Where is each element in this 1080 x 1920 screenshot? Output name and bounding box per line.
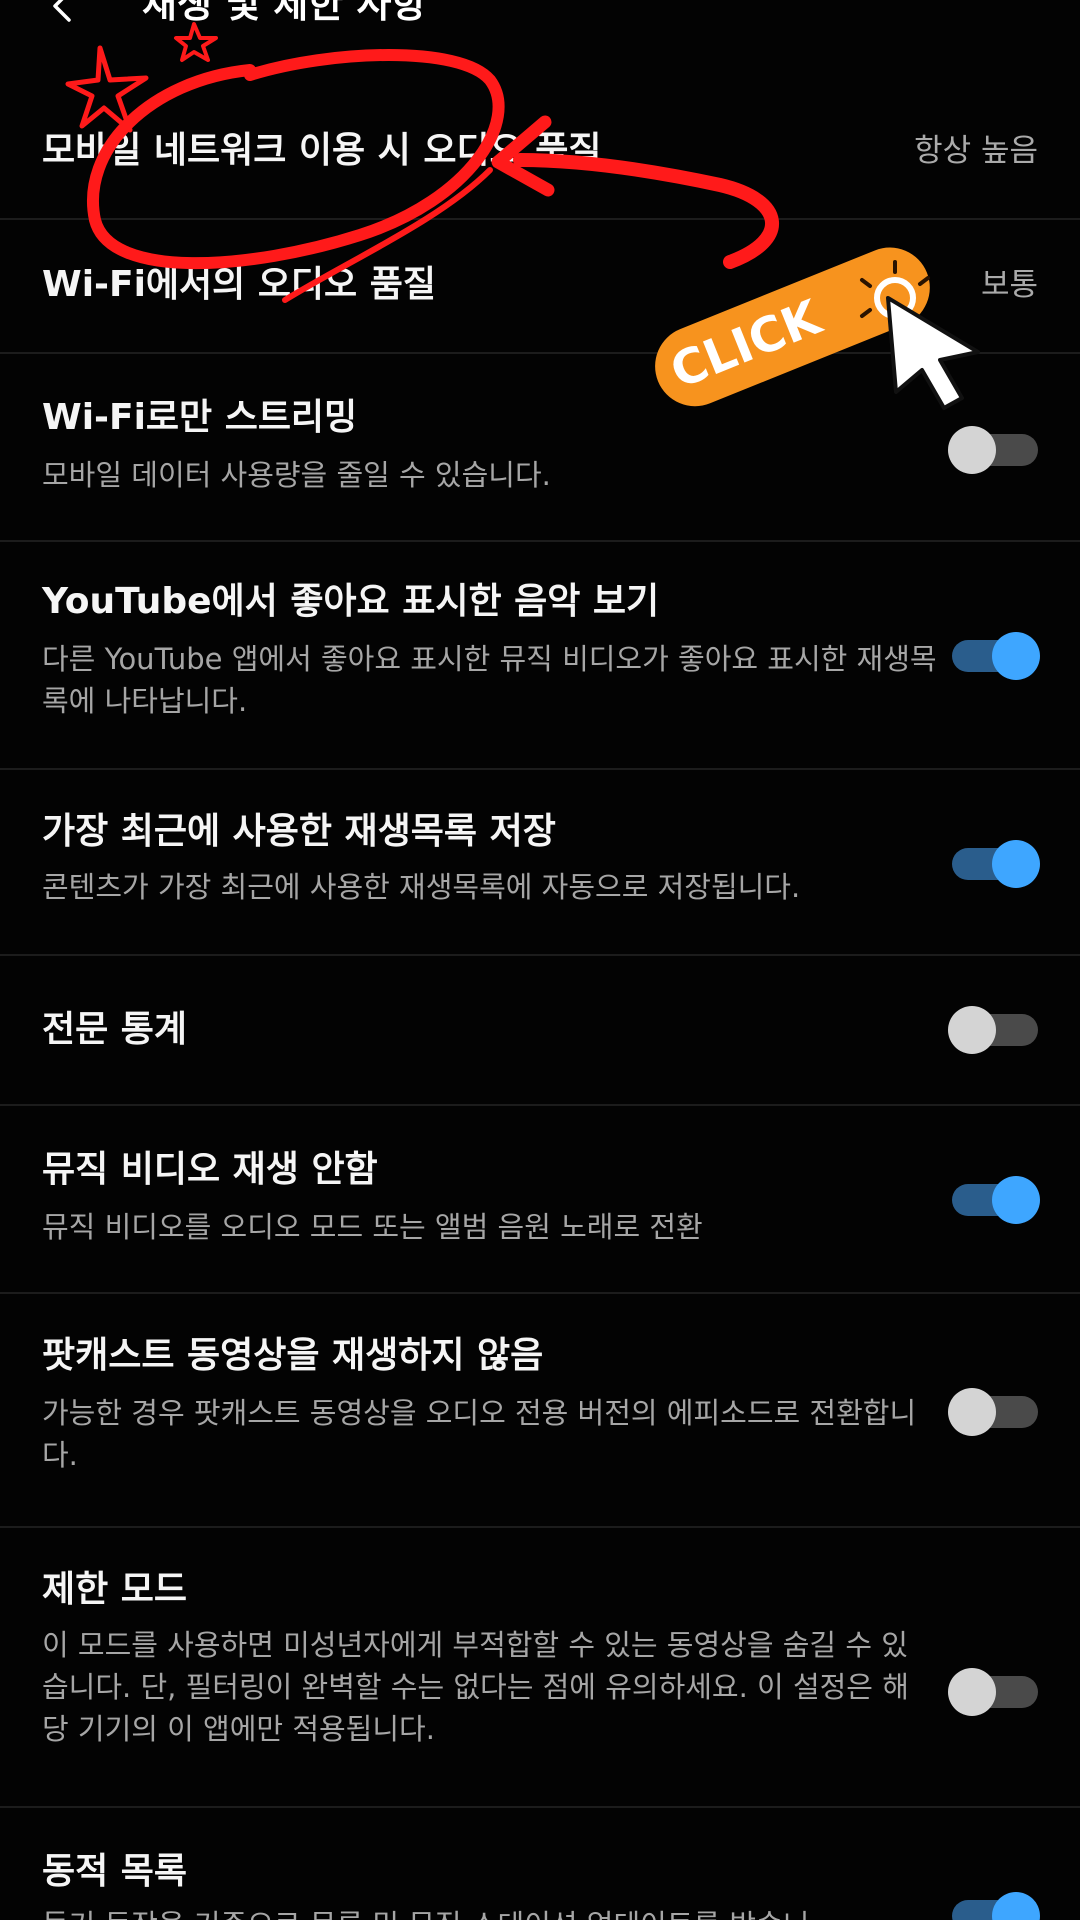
setting-title: YouTube에서 좋아요 표시한 음악 보기 <box>42 581 660 622</box>
setting-title: Wi-Fi로만 스트리밍 <box>42 397 358 438</box>
page-title: 재생 및 제한 사항 <box>142 0 427 26</box>
podcast-video-toggle[interactable] <box>948 1388 1040 1436</box>
recent-playlist-toggle[interactable] <box>948 840 1040 888</box>
setting-title: 모바일 네트워크 이용 시 오디오 품질 <box>42 130 602 171</box>
setting-title: 전문 통계 <box>42 1009 188 1050</box>
setting-stats-for-nerds[interactable]: 전문 통계 <box>0 956 1080 1106</box>
dynamic-list-toggle[interactable] <box>948 1892 1040 1920</box>
back-button[interactable] <box>40 0 84 34</box>
setting-show-liked-music[interactable]: YouTube에서 좋아요 표시한 음악 보기 다른 YouTube 앱에서 좋… <box>0 542 1080 770</box>
setting-description: 모바일 데이터 사용량을 줄일 수 있습니다. <box>42 458 551 492</box>
setting-description: 콘텐츠가 가장 최근에 사용한 재생목록에 자동으로 저장됩니다. <box>42 870 801 904</box>
setting-description: 가능한 경우 팟캐스트 동영상을 오디오 전용 버전의 에피소드로 전환합니다. <box>42 1396 917 1472</box>
setting-description: 뮤직 비디오를 오디오 모드 또는 앨범 음원 노래로 전환 <box>42 1210 703 1244</box>
stats-toggle[interactable] <box>948 1006 1040 1054</box>
setting-mobile-audio-quality[interactable]: 모바일 네트워크 이용 시 오디오 품질 항상 높음 <box>0 86 1080 220</box>
setting-description: 듣기 동작을 기준으로 목록 및 뮤직 스테이션 업데이트를 받습니 <box>42 1904 942 1920</box>
liked-music-toggle[interactable] <box>948 632 1040 680</box>
setting-description: 다른 YouTube 앱에서 좋아요 표시한 뮤직 비디오가 좋아요 표시한 재… <box>42 642 937 718</box>
chevron-left-icon <box>53 0 71 22</box>
wifi-only-toggle[interactable] <box>948 426 1040 474</box>
setting-wifi-audio-quality[interactable]: Wi-Fi에서의 오디오 품질 보통 <box>0 220 1080 354</box>
setting-title: 동적 목록 <box>42 1851 188 1892</box>
no-music-video-toggle[interactable] <box>948 1176 1040 1224</box>
setting-restricted-mode[interactable]: 제한 모드 이 모드를 사용하면 미성년자에게 부적합할 수 있는 동영상을 숨… <box>0 1528 1080 1808</box>
setting-save-recent-playlist[interactable]: 가장 최근에 사용한 재생목록 저장 콘텐츠가 가장 최근에 사용한 재생목록에… <box>0 770 1080 956</box>
setting-value: 항상 높음 <box>914 133 1038 169</box>
setting-value: 보통 <box>980 267 1038 303</box>
setting-title: 가장 최근에 사용한 재생목록 저장 <box>42 811 556 852</box>
setting-description: 이 모드를 사용하면 미성년자에게 부적합할 수 있는 동영상을 숨길 수 있습… <box>42 1628 909 1746</box>
setting-title: 뮤직 비디오 재생 안함 <box>42 1149 378 1190</box>
setting-title: Wi-Fi에서의 오디오 품질 <box>42 264 436 305</box>
setting-title: 팟캐스트 동영상을 재생하지 않음 <box>42 1335 544 1376</box>
setting-no-music-video[interactable]: 뮤직 비디오 재생 안함 뮤직 비디오를 오디오 모드 또는 앨범 음원 노래로… <box>0 1106 1080 1294</box>
restricted-mode-toggle[interactable] <box>948 1668 1040 1716</box>
setting-title: 제한 모드 <box>42 1569 188 1610</box>
setting-wifi-only-streaming[interactable]: Wi-Fi로만 스트리밍 모바일 데이터 사용량을 줄일 수 있습니다. <box>0 354 1080 542</box>
app-header: 재생 및 제한 사항 <box>0 0 1080 40</box>
setting-no-podcast-video[interactable]: 팟캐스트 동영상을 재생하지 않음 가능한 경우 팟캐스트 동영상을 오디오 전… <box>0 1294 1080 1528</box>
setting-dynamic-list[interactable]: 동적 목록 듣기 동작을 기준으로 목록 및 뮤직 스테이션 업데이트를 받습니 <box>0 1808 1080 1920</box>
